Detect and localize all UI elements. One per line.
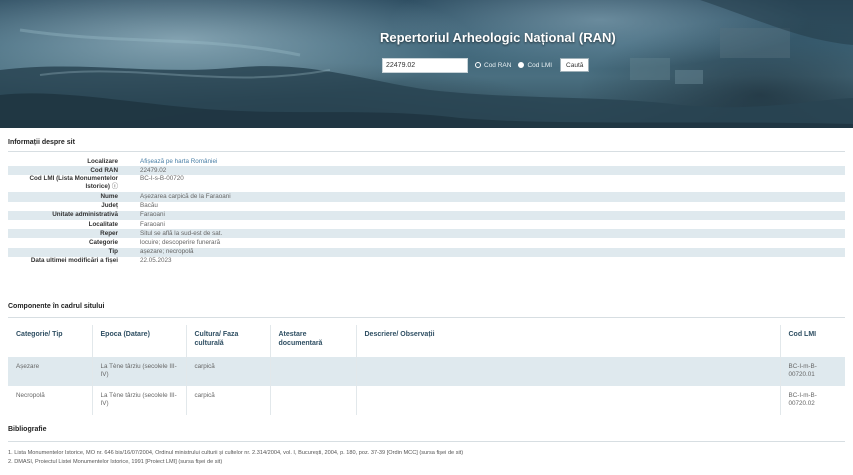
info-label: Județ — [101, 202, 118, 210]
info-value: locuire; descoperire funerară — [140, 238, 221, 246]
info-label: Cod RAN — [90, 166, 118, 174]
info-value: BC-I-s-B-00720 — [140, 175, 184, 183]
info-value: 22.05.2023 — [140, 257, 172, 265]
table-header-row: Categorie/ Tip Epoca (Datare) Cultura/ F… — [8, 325, 845, 357]
radio-cod-ran[interactable]: Cod RAN — [475, 62, 511, 69]
table-row: Așezare La Tène târziu (secolele III-IV)… — [8, 357, 845, 386]
table-cell: Așezare — [8, 357, 93, 386]
info-row-cod-ran: Cod RAN 22479.02 — [8, 166, 845, 176]
info-row-tip: Tip așezare; necropolă — [8, 247, 845, 257]
radio-cod-ran-indicator[interactable] — [475, 62, 481, 68]
map-link[interactable]: Afișează pe harta României — [140, 158, 217, 165]
components-heading: Componente în cadrul sitului — [8, 303, 105, 310]
info-value: 22479.02 — [140, 166, 167, 174]
info-row-data-modificare: Data ultimei modificări a fișei 22.05.20… — [8, 257, 845, 266]
column-header: Cod LMI — [788, 331, 817, 338]
table-cell: BC-I-m-B-00720.01 — [780, 357, 845, 386]
components-table: Categorie/ Tip Epoca (Datare) Cultura/ F… — [8, 325, 845, 415]
radio-cod-lmi-label: Cod LMI — [527, 61, 553, 69]
info-circle-icon[interactable]: ⓘ — [112, 183, 118, 190]
bibliography-item: 2. DMASI, Proiectul Listei Monumentelor … — [8, 459, 223, 465]
divider — [8, 441, 845, 442]
info-value: Bacău — [140, 202, 158, 210]
divider — [8, 151, 845, 152]
table-cell — [356, 386, 781, 415]
info-value: Situl se află la sud-est de sat. — [140, 229, 223, 237]
info-label: Categorie — [88, 238, 118, 246]
table-cell: carpică — [186, 386, 271, 415]
radio-cod-ran-label: Cod RAN — [484, 61, 512, 69]
info-value: Așezarea carpică de la Faraoani — [140, 192, 231, 200]
search-input[interactable] — [382, 57, 468, 73]
bibliography-list: 1. Lista Monumentelor Istorice, MO nr. 6… — [8, 449, 845, 467]
info-row-unitate: Unitate administrativă Faraoani — [8, 210, 845, 220]
table-row: Necropolă La Tène târziu (secolele III-I… — [8, 386, 845, 415]
site-info-heading: Informații despre sit — [8, 139, 75, 146]
info-row-reper: Reper Situl se află la sud-est de sat. — [8, 229, 845, 239]
info-label: Localizare — [87, 157, 118, 165]
table-cell — [270, 386, 357, 415]
info-row-localizare: Localizare Afișează pe harta României — [8, 157, 845, 166]
column-header: Cultura/ Faza culturală — [186, 325, 271, 357]
column-header: Epoca (Datare) — [92, 325, 187, 357]
info-value: Faraoani — [140, 211, 165, 219]
table-cell — [270, 357, 357, 386]
header-banner: Repertoriul Arheologic Național (RAN) Co… — [0, 0, 853, 128]
radio-cod-lmi-indicator[interactable] — [518, 62, 525, 68]
table-cell — [356, 357, 781, 386]
bibliography-item: 1. Lista Monumentelor Istorice, MO nr. 6… — [8, 450, 464, 456]
column-header: Categorie/ Tip — [8, 325, 93, 357]
column-header: Atestare documentară — [270, 325, 357, 357]
divider — [8, 317, 845, 318]
info-row-cod-lmi: Cod LMI (Lista Monumentelor Istorice) ⓘ … — [8, 175, 845, 192]
info-label: Unitate administrativă — [52, 211, 118, 219]
info-label: Tip — [108, 248, 118, 256]
table-cell: carpică — [186, 357, 271, 386]
search-button[interactable]: Caută — [560, 58, 590, 72]
info-value: așezare; necropolă — [140, 248, 194, 256]
info-row-judet: Județ Bacău — [8, 202, 845, 211]
site-info-table: Localizare Afișează pe harta României Co… — [8, 157, 845, 266]
table-cell: Necropolă — [8, 386, 93, 415]
search-bar: Cod RAN Cod LMI Caută — [382, 57, 590, 73]
bibliography-heading: Bibliografie — [8, 426, 47, 433]
table-cell: La Tène târziu (secolele III-IV) — [92, 386, 187, 415]
info-row-localitate: Localitate Faraoani — [8, 220, 845, 229]
info-row-nume: Nume Așezarea carpică de la Faraoani — [8, 192, 845, 202]
info-label: Nume — [100, 192, 119, 200]
site-title[interactable]: Repertoriul Arheologic Național (RAN) — [380, 30, 630, 45]
info-value: Faraoani — [140, 220, 165, 228]
info-label: Reper — [100, 229, 118, 237]
table-cell: BC-I-m-B-00720.02 — [780, 386, 845, 415]
info-label: Data ultimei modificări a fișei — [30, 257, 118, 265]
info-label: Cod LMI (Lista Monumentelor Istorice) ⓘ — [29, 175, 118, 191]
info-label: Localitate — [88, 220, 118, 228]
radio-cod-lmi[interactable]: Cod LMI — [518, 62, 552, 69]
info-row-categorie: Categorie locuire; descoperire funerară — [8, 238, 845, 247]
column-header: Descriere/ Observații — [356, 325, 781, 357]
table-cell: La Tène târziu (secolele III-IV) — [92, 357, 187, 386]
